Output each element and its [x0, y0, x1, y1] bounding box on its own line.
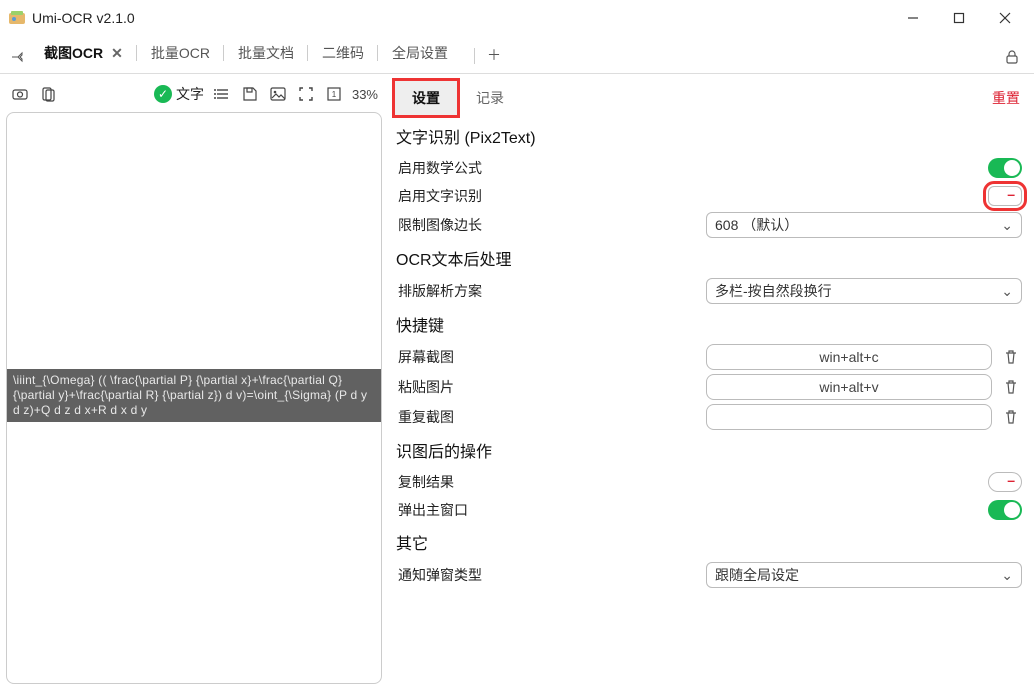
- tab-screenshot-ocr[interactable]: 截图OCR ✕: [30, 35, 137, 73]
- tab-label: 二维码: [322, 43, 364, 63]
- tab-global-settings[interactable]: 全局设置: [378, 35, 462, 73]
- lock-icon[interactable]: [994, 41, 1030, 73]
- minimize-button[interactable]: [890, 3, 936, 33]
- section-postprocess: OCR文本后处理: [394, 240, 1024, 276]
- select-limit-edge[interactable]: 608 （默认） ⌄: [706, 212, 1022, 238]
- label-limit-edge: 限制图像边长: [396, 215, 696, 235]
- toggle-enable-text[interactable]: [988, 186, 1022, 206]
- tab-bar: 截图OCR ✕ 批量OCR 批量文档 二维码 全局设置 ＋: [0, 36, 1034, 74]
- tab-batch-ocr[interactable]: 批量OCR: [137, 35, 224, 73]
- right-panel: 设置 记录 重置 文字识别 (Pix2Text) 启用数学公式 启用文字识别 限…: [388, 74, 1034, 690]
- label-copy-result: 复制结果: [396, 472, 696, 492]
- pin-icon[interactable]: [4, 49, 30, 73]
- save-icon[interactable]: [240, 84, 260, 104]
- section-other: 其它: [394, 524, 1024, 560]
- section-ocr-engine: 文字识别 (Pix2Text): [394, 118, 1024, 154]
- shortcut-paste-field[interactable]: win+alt+v: [706, 374, 992, 400]
- camera-icon[interactable]: [10, 84, 30, 104]
- label-enable-math: 启用数学公式: [396, 158, 696, 178]
- titlebar: Umi-OCR v2.1.0: [0, 0, 1034, 36]
- label-layout: 排版解析方案: [396, 281, 696, 301]
- chip-label: 文字: [176, 84, 204, 104]
- ocr-overlay-text: \iiint_{\Omega} (( \frac{\partial P} {\p…: [7, 369, 381, 422]
- shortcut-screenshot-field[interactable]: win+alt+c: [706, 344, 992, 370]
- trash-icon[interactable]: [1000, 346, 1022, 368]
- left-panel: ✓ 文字 1 33% \iiint_{\Omega} (( \frac{\par…: [0, 74, 388, 690]
- fullscreen-icon[interactable]: [296, 84, 316, 104]
- section-shortcuts: 快捷键: [394, 306, 1024, 342]
- toggle-popup-main[interactable]: [988, 500, 1022, 520]
- clipboard-icon[interactable]: [38, 84, 58, 104]
- right-tabs: 设置 记录 重置: [394, 78, 1024, 118]
- select-value: 608 （默认）: [715, 215, 798, 235]
- status-chip: ✓ 文字: [154, 84, 204, 104]
- maximize-button[interactable]: [936, 3, 982, 33]
- image-preview[interactable]: \iiint_{\Omega} (( \frac{\partial P} {\p…: [6, 112, 382, 684]
- chevron-down-icon: ⌄: [1001, 283, 1013, 300]
- tab-label: 批量文档: [238, 43, 294, 63]
- label-notify-type: 通知弹窗类型: [396, 565, 696, 585]
- window-title: Umi-OCR v2.1.0: [32, 10, 135, 26]
- select-notify-type[interactable]: 跟随全局设定 ⌄: [706, 562, 1022, 588]
- chevron-down-icon: ⌄: [1001, 217, 1013, 234]
- toggle-copy-result[interactable]: [988, 472, 1022, 492]
- section-after-ocr: 识图后的操作: [394, 432, 1024, 468]
- shortcut-repeat-field[interactable]: [706, 404, 992, 430]
- tab-label: 批量OCR: [151, 43, 210, 63]
- list-icon[interactable]: [212, 84, 232, 104]
- fit-icon[interactable]: 1: [324, 84, 344, 104]
- close-icon[interactable]: ✕: [111, 45, 123, 62]
- reset-button[interactable]: 重置: [988, 80, 1024, 116]
- select-value: 跟随全局设定: [715, 565, 799, 585]
- tab-settings[interactable]: 设置: [394, 80, 458, 116]
- tab-batch-doc[interactable]: 批量文档: [224, 35, 308, 73]
- toggle-enable-math[interactable]: [988, 158, 1022, 178]
- image-icon[interactable]: [268, 84, 288, 104]
- label-shortcut-paste: 粘贴图片: [396, 377, 696, 397]
- app-icon: [8, 9, 26, 27]
- close-button[interactable]: [982, 3, 1028, 33]
- trash-icon[interactable]: [1000, 406, 1022, 428]
- label-shortcut-repeat: 重复截图: [396, 407, 696, 427]
- check-icon: ✓: [154, 85, 172, 103]
- left-toolbar: ✓ 文字 1 33%: [6, 80, 382, 108]
- select-layout[interactable]: 多栏-按自然段换行 ⌄: [706, 278, 1022, 304]
- label-shortcut-screenshot: 屏幕截图: [396, 347, 696, 367]
- select-value: 多栏-按自然段换行: [715, 281, 832, 301]
- label-popup-main: 弹出主窗口: [396, 500, 696, 520]
- trash-icon[interactable]: [1000, 376, 1022, 398]
- label-enable-text: 启用文字识别: [396, 186, 696, 206]
- chevron-down-icon: ⌄: [1001, 567, 1013, 584]
- tab-label: 全局设置: [392, 43, 448, 63]
- tab-qrcode[interactable]: 二维码: [308, 35, 378, 73]
- svg-text:1: 1: [332, 90, 337, 99]
- tab-label: 截图OCR: [44, 43, 103, 63]
- tab-history[interactable]: 记录: [458, 80, 522, 116]
- add-tab-button[interactable]: ＋: [462, 37, 513, 73]
- zoom-level: 33%: [352, 87, 378, 102]
